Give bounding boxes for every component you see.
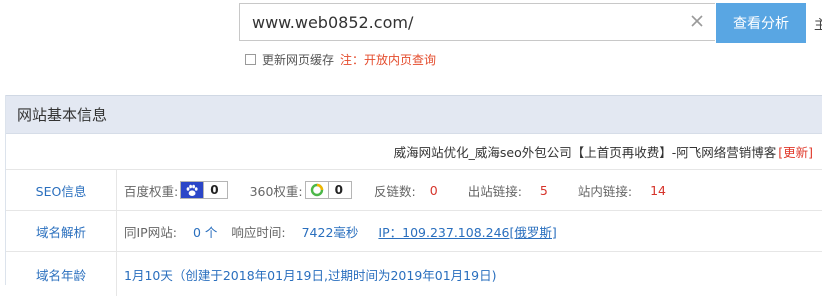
seo-info-label: SEO信息 (6, 170, 117, 210)
so360-weight-badge[interactable]: 0 (304, 181, 353, 199)
domain-age-row: 域名年龄 1月10天（创建于2018年01月19日,过期时间为2019年01月1… (6, 252, 822, 296)
url-search-input[interactable] (239, 3, 715, 41)
domain-age-value: 1月10天（创建于2018年01月19日,过期时间为2019年01月19日) (124, 267, 497, 283)
ip-location-link[interactable]: IP：109.237.108.246[俄罗斯] (378, 222, 556, 241)
backlinks-value[interactable]: 0 (430, 183, 438, 198)
outlinks-label: 出站链接: (467, 183, 522, 199)
inlinks-label: 站内链接: (577, 183, 633, 199)
dns-row: 域名解析 同IP网站: 0 个 响应时间: 7422毫秒 IP：109.237.… (6, 211, 822, 252)
inner-page-note: 注：开放内页查询 (340, 52, 437, 67)
site-title-row: 威海网站优化_威海seo外包公司【上首页再收费】-阿飞网络营销博客 [更新] (6, 134, 822, 170)
baidu-paw-icon (181, 182, 205, 198)
refresh-cache-label[interactable]: 更新网页缓存 (262, 51, 334, 68)
site-title: 威海网站优化_威海seo外包公司【上首页再收费】-阿飞网络营销博客 (393, 145, 777, 160)
panel-title: 网站基本信息 (17, 106, 108, 124)
seo-info-row: SEO信息 百度权重: 0 360权重: 0 反链数: 0 出站链接: 5 站内… (6, 170, 822, 211)
dns-label: 域名解析 (6, 211, 117, 251)
baidu-weight-badge[interactable]: 0 (180, 181, 228, 199)
site-basic-info-panel: 网站基本信息 威海网站优化_威海seo外包公司【上首页再收费】-阿飞网络营销博客… (5, 95, 822, 296)
so360-weight-label: 360权重: (249, 183, 303, 199)
same-ip-value[interactable]: 0 个 (193, 222, 217, 241)
baidu-weight-value: 0 (210, 183, 219, 197)
inlinks-value[interactable]: 14 (650, 183, 666, 198)
response-time-value: 7422毫秒 (301, 224, 359, 240)
refresh-cache-option: 更新网页缓存 注：开放内页查询 (245, 51, 436, 67)
same-ip-label: 同IP网站: (124, 224, 177, 240)
refresh-cache-checkbox[interactable] (245, 53, 256, 65)
so360-ring-icon (306, 182, 329, 198)
seo-info-content: 百度权重: 0 360权重: 0 反链数: 0 出站链接: 5 站内链接: 14 (117, 170, 822, 210)
update-link[interactable]: [更新] (778, 142, 813, 161)
view-analysis-button[interactable]: 查看分析 (716, 3, 806, 43)
backlinks-label: 反链数: (374, 183, 416, 199)
domain-age-content: 1月10天（创建于2018年01月19日,过期时间为2019年01月19日) (117, 252, 822, 296)
panel-header: 网站基本信息 (6, 95, 822, 134)
response-time-label: 响应时间: (231, 224, 286, 240)
dns-content: 同IP网站: 0 个 响应时间: 7422毫秒 IP：109.237.108.2… (117, 211, 822, 251)
so360-weight-value: 0 (334, 183, 344, 197)
baidu-weight-label: 百度权重: (124, 183, 179, 199)
outlinks-value[interactable]: 5 (540, 183, 548, 198)
clear-icon[interactable] (688, 12, 706, 30)
domain-age-label: 域名年龄 (6, 252, 117, 296)
clipped-edge-text: 主 (814, 18, 822, 33)
